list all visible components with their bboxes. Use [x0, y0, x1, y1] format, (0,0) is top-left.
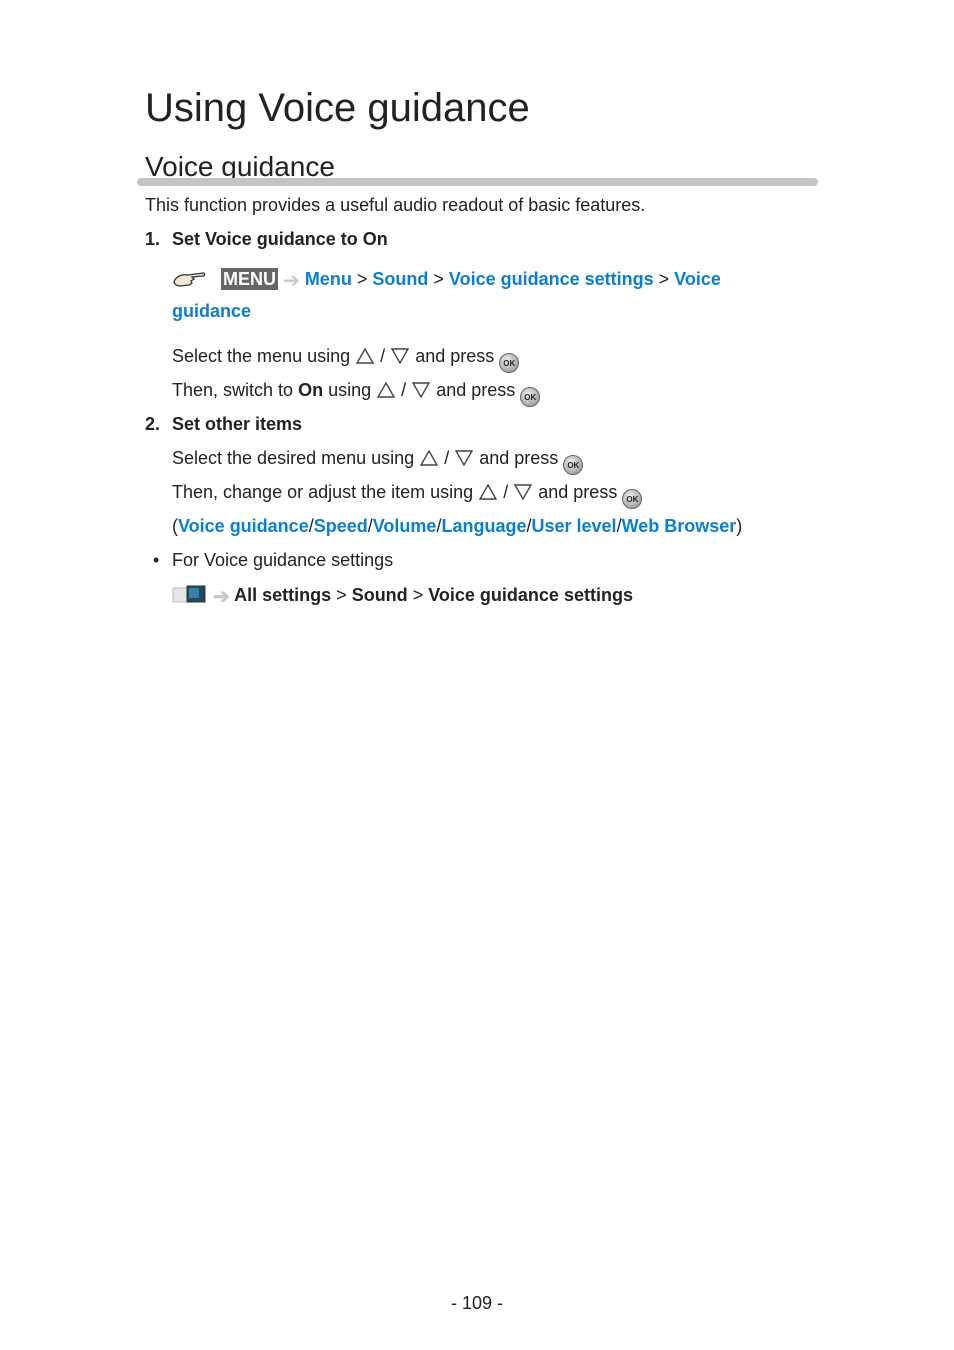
path-separator: > — [412, 585, 424, 605]
step1-number: 1. — [145, 229, 161, 249]
instruction-text: Select the menu using — [172, 346, 351, 366]
step2-number: 2. — [145, 414, 161, 434]
up-triangle-icon — [478, 483, 498, 506]
item-link[interactable]: Voice guidance — [178, 516, 309, 536]
ok-button-icon: OK — [520, 387, 541, 407]
path-item: Voice guidance settings — [428, 585, 633, 605]
item-link[interactable]: User level — [532, 516, 617, 536]
step2-line2: Then, change or adjust the item using / … — [172, 481, 643, 509]
on-value: On — [298, 380, 324, 400]
up-triangle-icon — [355, 347, 375, 370]
bullet: • — [153, 550, 160, 570]
arrow-right-icon: ➔ — [213, 586, 230, 608]
item-link[interactable]: Language — [441, 516, 526, 536]
path-item: Sound — [351, 585, 408, 605]
down-triangle-icon — [513, 483, 533, 506]
note-path: ➔ All settings > Sound > Voice guidance … — [172, 584, 633, 609]
instruction-text: and press — [415, 346, 495, 366]
ok-button-icon: OK — [563, 455, 584, 475]
path-link[interactable]: Voice guidance settings — [449, 269, 654, 289]
ok-button-icon: OK — [622, 489, 643, 509]
path-item: All settings — [234, 585, 332, 605]
path-separator: > — [433, 269, 444, 289]
page-number: - 109 - — [450, 1293, 504, 1313]
instruction-text: and press — [436, 380, 516, 400]
slash: / — [380, 346, 386, 366]
ok-button-icon: OK — [499, 353, 520, 373]
tv-settings-icon — [172, 584, 208, 609]
path-separator: > — [336, 585, 347, 605]
menu-button-badge: MENU — [221, 268, 279, 290]
down-triangle-icon — [411, 381, 431, 404]
slash: / — [444, 448, 450, 468]
step1-heading: Set Voice guidance to On — [172, 229, 388, 249]
note-text: For Voice guidance settings — [172, 550, 394, 570]
path-separator: > — [658, 269, 670, 289]
path-link-continued[interactable]: guidance — [172, 300, 251, 322]
path-link[interactable]: Sound — [372, 269, 428, 289]
item-link[interactable]: Volume — [373, 516, 437, 536]
instruction-text: Select the desired menu using — [172, 448, 415, 468]
arrow-right-icon: ➔ — [283, 270, 300, 292]
up-triangle-icon — [419, 449, 439, 472]
down-triangle-icon — [454, 449, 474, 472]
item-link[interactable]: Web Browser — [622, 516, 737, 536]
path-separator: > — [356, 269, 368, 289]
page-title: Using Voice guidance — [145, 86, 530, 130]
pointing-hand-icon — [172, 268, 206, 293]
step2-items: (Voice guidance/Speed/Volume/Language/Us… — [172, 515, 742, 537]
paren: ) — [736, 516, 743, 536]
step1-line1: Select the menu using / and press OK — [172, 345, 520, 373]
slash: / — [401, 380, 407, 400]
step1-line2: Then, switch to On using / and press OK — [172, 379, 541, 407]
step2-heading: Set other items — [172, 414, 303, 434]
step2-line1: Select the desired menu using / and pres… — [172, 447, 584, 475]
down-triangle-icon — [390, 347, 410, 370]
slash: / — [503, 482, 509, 502]
instruction-text: Then, switch to — [172, 380, 294, 400]
instruction-text: and press — [538, 482, 618, 502]
path-link[interactable]: Menu — [305, 269, 352, 289]
instruction-text: using — [328, 380, 372, 400]
step1-menu-path: MENU ➔ Menu > Sound > Voice guidance set… — [172, 268, 721, 293]
intro-text: This function provides a useful audio re… — [145, 195, 646, 215]
up-triangle-icon — [376, 381, 396, 404]
path-link[interactable]: Voice — [674, 269, 721, 289]
instruction-text: Then, change or adjust the item using — [172, 482, 474, 502]
section-divider — [137, 178, 818, 186]
instruction-text: and press — [479, 448, 559, 468]
item-link[interactable]: Speed — [314, 516, 368, 536]
